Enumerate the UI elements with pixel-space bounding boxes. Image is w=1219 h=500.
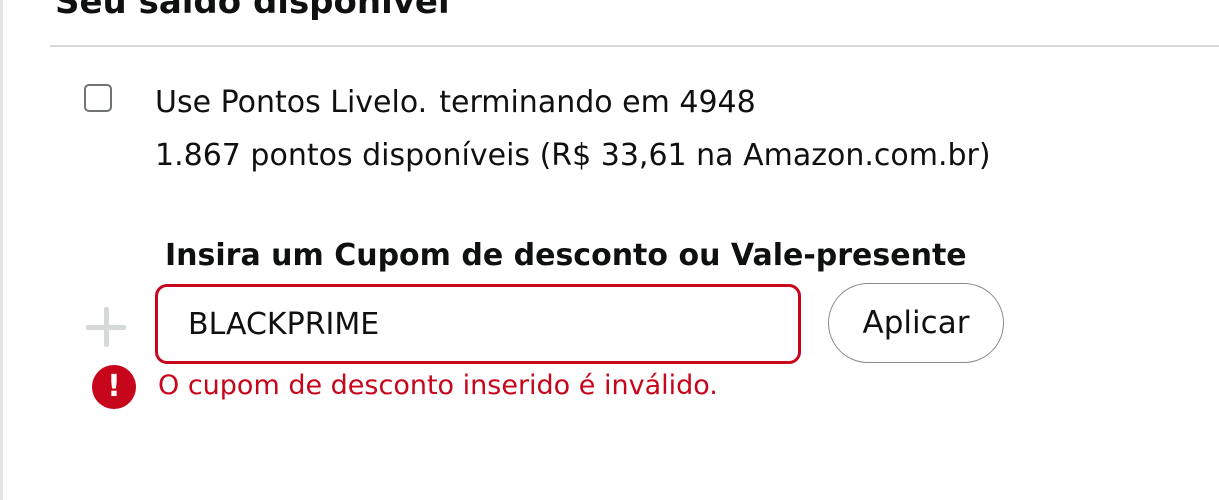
points-program-label: Use Pontos Livelo.: [155, 85, 428, 120]
points-available: 1.867 pontos disponíveis (R$ 33,61 na Am…: [155, 138, 991, 173]
left-border: [0, 0, 3, 500]
points-card-ending: terminando em 4948: [439, 85, 756, 120]
section-title: Seu saldo disponível: [55, 0, 450, 22]
livelo-points-checkbox[interactable]: [84, 84, 112, 112]
coupon-label: Insira um Cupom de desconto ou Vale-pres…: [165, 238, 967, 273]
coupon-input[interactable]: [155, 284, 801, 364]
section-divider: [50, 45, 1219, 47]
plus-icon: [86, 307, 126, 347]
apply-button[interactable]: Aplicar: [828, 283, 1004, 363]
points-program-line: Use Pontos Livelo. terminando em 4948: [155, 84, 756, 122]
error-icon: !: [92, 365, 136, 409]
coupon-error-message: O cupom de desconto inserido é inválido.: [158, 370, 718, 401]
